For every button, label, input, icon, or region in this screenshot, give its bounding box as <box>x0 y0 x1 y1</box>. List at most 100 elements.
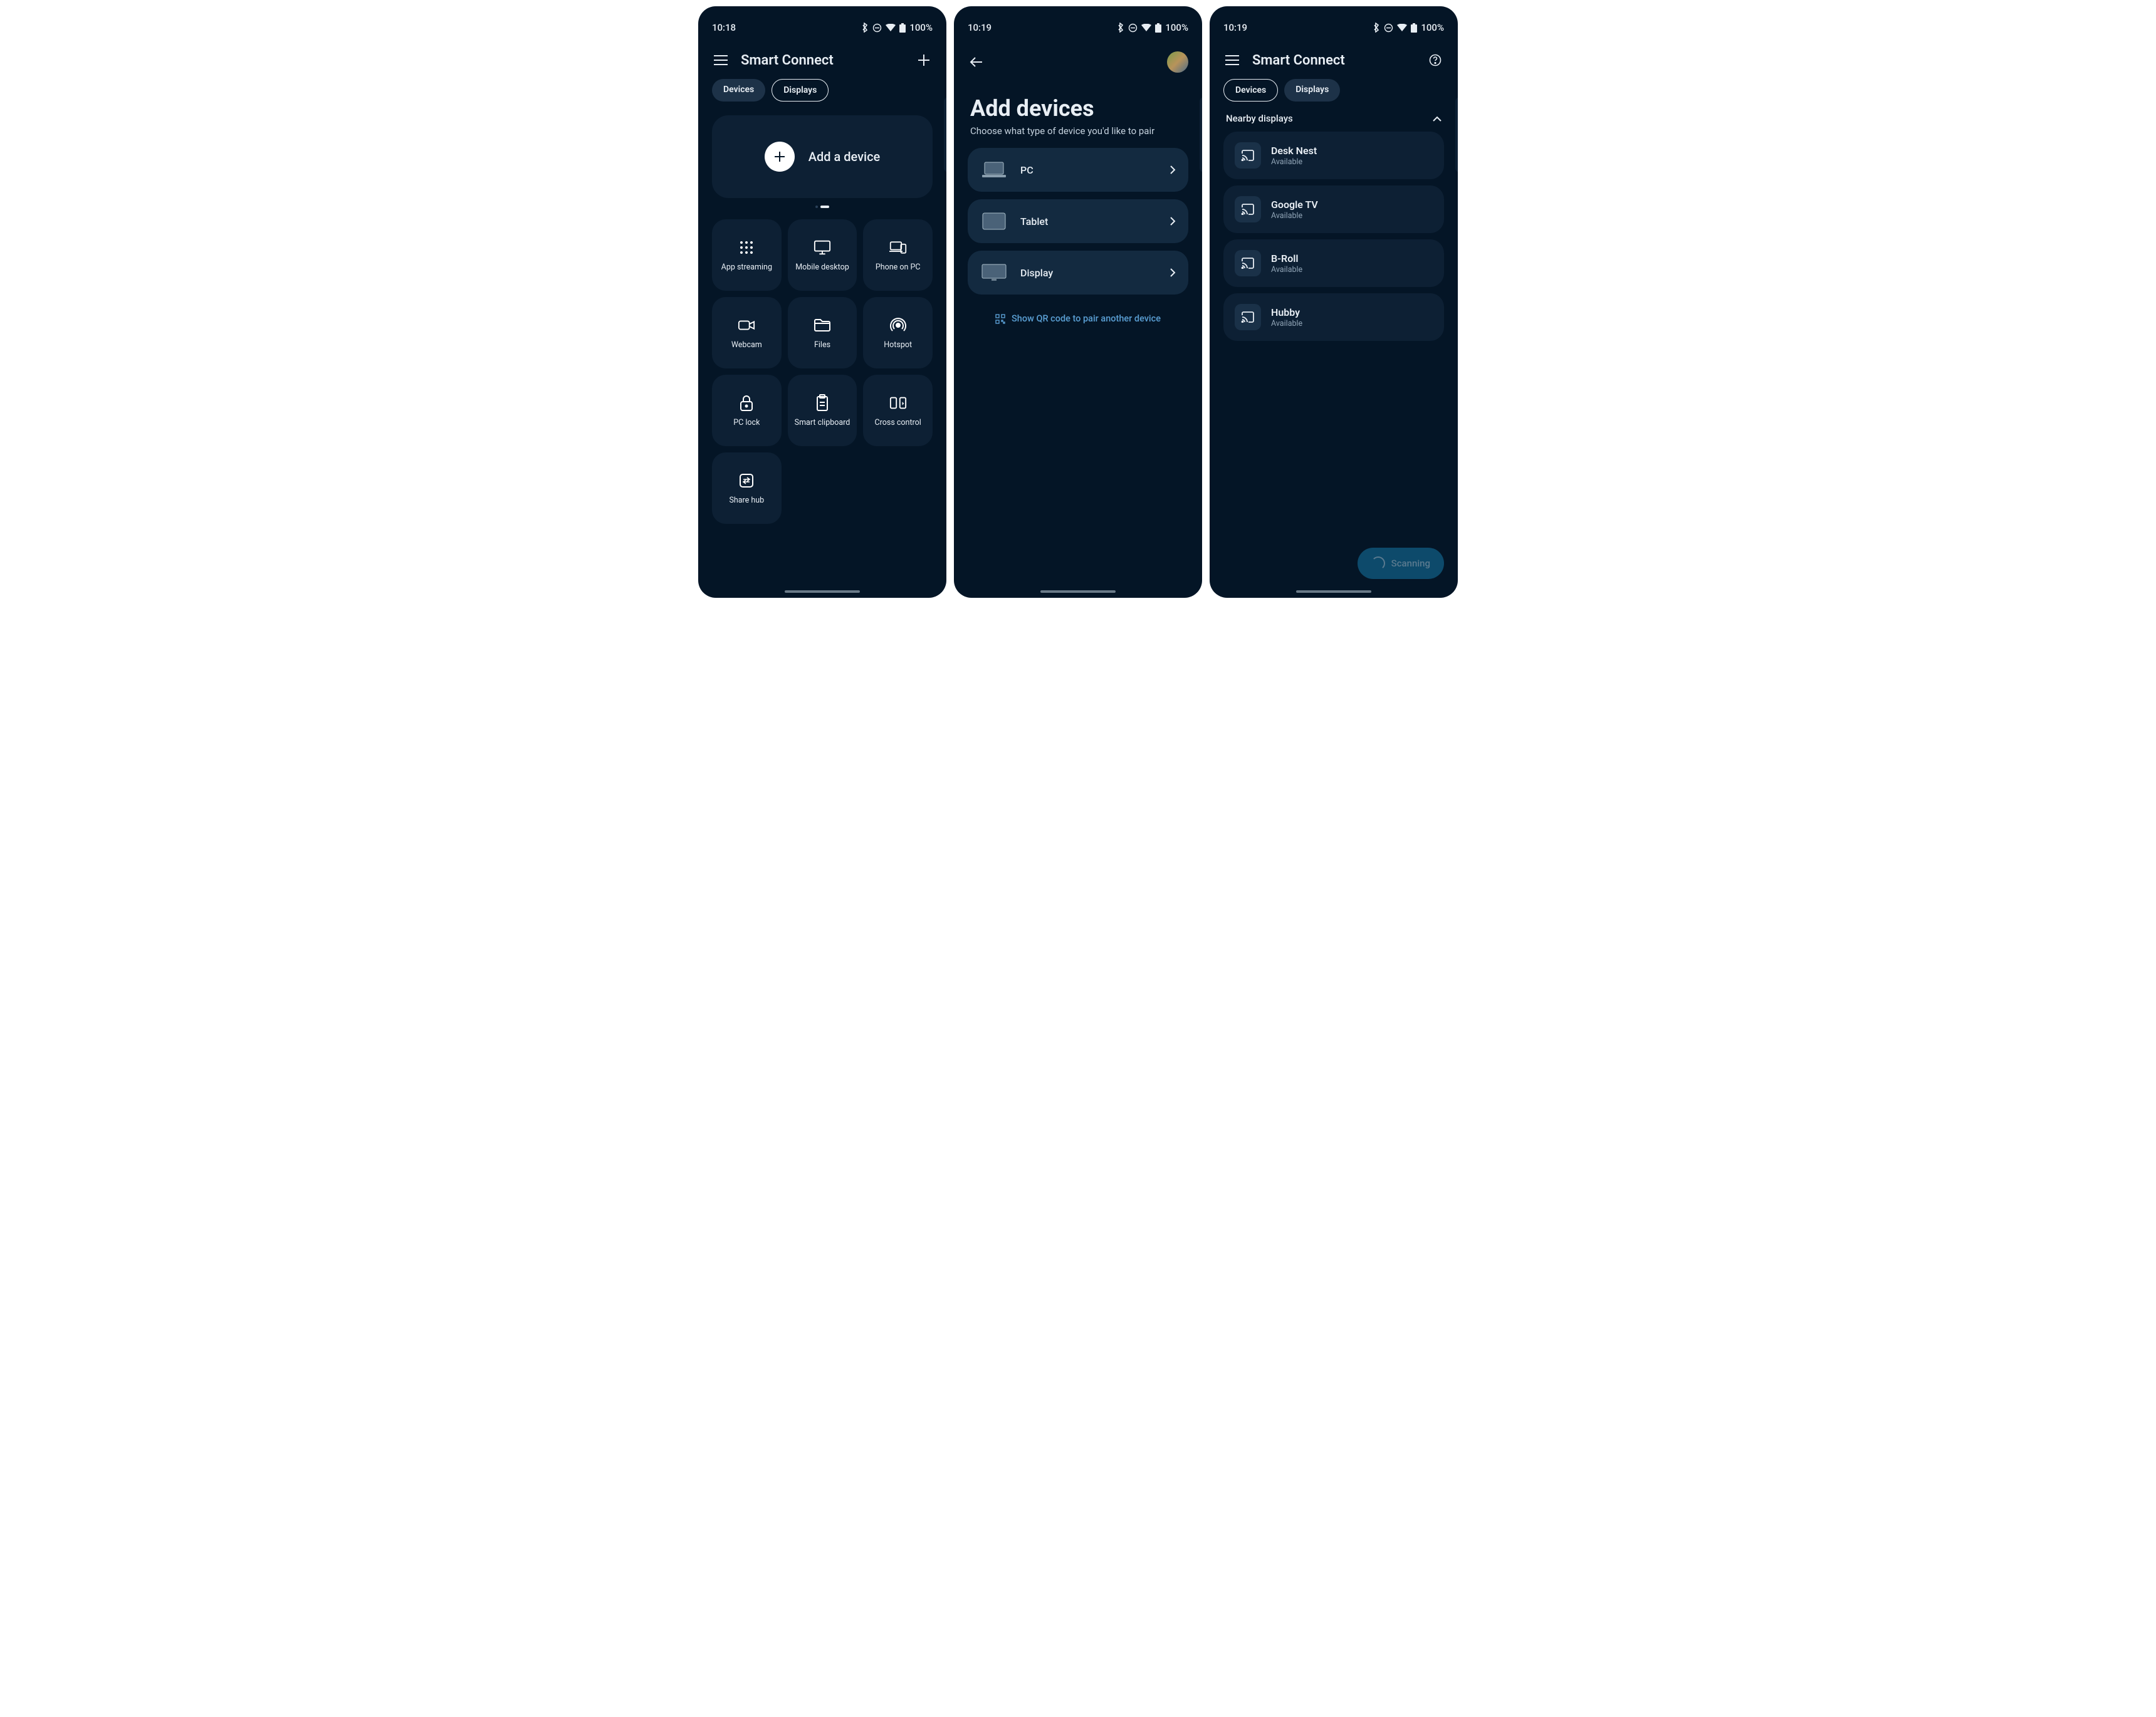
chevron-right-icon <box>1170 165 1176 174</box>
tab-displays[interactable]: Displays <box>1284 79 1340 102</box>
nav-bar[interactable] <box>1040 590 1116 593</box>
cast-icon <box>1235 142 1261 169</box>
add-device-label: Add a device <box>808 149 881 164</box>
menu-button[interactable] <box>1223 51 1241 69</box>
share-hub-icon <box>738 472 755 489</box>
cross-control-icon <box>889 394 907 412</box>
tabs: Devices Displays <box>1210 75 1458 110</box>
battery-percent: 100% <box>1165 22 1188 33</box>
qr-pair-label: Show QR code to pair another device <box>1012 313 1161 324</box>
tile-label: Phone on PC <box>876 263 921 272</box>
status-time: 10:18 <box>712 22 736 33</box>
tile-cross-control[interactable]: Cross control <box>863 375 933 446</box>
nav-bar[interactable] <box>1296 590 1371 593</box>
display-item[interactable]: HubbyAvailable <box>1223 293 1444 341</box>
tile-hotspot[interactable]: Hotspot <box>863 297 933 368</box>
feature-grid: App streaming Mobile desktop Phone on PC We… <box>712 219 933 524</box>
display-status: Available <box>1271 319 1302 328</box>
app-header: Smart Connect <box>698 40 946 75</box>
tile-monitor[interactable]: Mobile desktop <box>788 219 857 291</box>
tab-devices[interactable]: Devices <box>1223 79 1278 102</box>
nearby-displays-header[interactable]: Nearby displays <box>1210 110 1458 132</box>
page-subtitle: Choose what type of device you'd like to… <box>954 122 1202 148</box>
displays-list: Desk NestAvailableGoogle TVAvailableB-Ro… <box>1210 132 1458 347</box>
battery-icon <box>1155 23 1161 33</box>
tile-label: App streaming <box>721 263 772 272</box>
battery-percent: 100% <box>1421 22 1444 33</box>
scroll-edge-hint <box>944 97 946 172</box>
display-item[interactable]: Google TVAvailable <box>1223 185 1444 233</box>
hotspot-icon <box>889 316 907 334</box>
device-type-pc[interactable]: PC <box>968 148 1188 192</box>
device-type-list: PC Tablet Display <box>954 148 1202 302</box>
tab-displays[interactable]: Displays <box>772 79 829 102</box>
display-status: Available <box>1271 211 1318 221</box>
tile-grid[interactable]: App streaming <box>712 219 782 291</box>
nav-bar[interactable] <box>785 590 860 593</box>
back-button[interactable] <box>968 53 985 71</box>
tab-devices[interactable]: Devices <box>712 79 765 102</box>
phone-pc-icon <box>889 239 907 256</box>
device-type-display[interactable]: Display <box>968 251 1188 295</box>
wifi-icon <box>886 24 896 31</box>
section-title: Nearby displays <box>1226 113 1293 124</box>
status-bar: 10:19 100% <box>954 6 1202 40</box>
tile-share-hub[interactable]: Share hub <box>712 452 782 524</box>
app-title: Smart Connect <box>1252 53 1415 68</box>
display-status: Available <box>1271 157 1317 167</box>
app-header <box>954 40 1202 84</box>
display-name: Google TV <box>1271 199 1318 211</box>
qr-pair-link[interactable]: Show QR code to pair another device <box>954 313 1202 324</box>
tile-label: Mobile desktop <box>795 263 849 272</box>
plus-icon <box>765 142 795 172</box>
help-button[interactable] <box>1426 51 1444 69</box>
device-type-label: Tablet <box>1020 216 1158 227</box>
grid-icon <box>738 239 755 256</box>
tile-folder[interactable]: Files <box>788 297 857 368</box>
tile-phone-pc[interactable]: Phone on PC <box>863 219 933 291</box>
spinner-icon <box>1371 556 1385 570</box>
clipboard-icon <box>814 394 831 412</box>
display-status: Available <box>1271 265 1302 274</box>
tile-lock[interactable]: PC lock <box>712 375 782 446</box>
lock-icon <box>738 394 755 412</box>
tile-label: PC lock <box>733 418 760 427</box>
tile-label: Share hub <box>729 496 764 505</box>
scanning-button[interactable]: Scanning <box>1358 548 1444 579</box>
app-header: Smart Connect <box>1210 40 1458 75</box>
tile-label: Files <box>814 340 830 350</box>
laptop-visual <box>980 161 1008 179</box>
wifi-icon <box>1397 24 1407 31</box>
qr-icon <box>995 314 1005 324</box>
bluetooth-icon <box>1117 23 1124 33</box>
scroll-edge-hint <box>1455 97 1458 172</box>
tile-label: Hotspot <box>884 340 912 350</box>
cast-icon <box>1235 250 1261 276</box>
cast-icon <box>1235 304 1261 330</box>
add-device-card[interactable]: Add a device <box>712 115 933 198</box>
avatar[interactable] <box>1167 51 1188 73</box>
page-indicator <box>712 206 933 208</box>
status-bar: 10:19 100% <box>1210 6 1458 40</box>
chevron-right-icon <box>1170 217 1176 226</box>
tile-label: Webcam <box>731 340 762 350</box>
scroll-edge-hint <box>1200 97 1202 172</box>
app-title: Smart Connect <box>741 53 904 68</box>
tile-webcam[interactable]: Webcam <box>712 297 782 368</box>
device-type-tablet[interactable]: Tablet <box>968 199 1188 243</box>
tile-clipboard[interactable]: Smart clipboard <box>788 375 857 446</box>
phone-screen-devices: 10:18 100% Smart Connect Devices Display… <box>698 6 946 598</box>
dnd-icon <box>872 23 882 33</box>
display-visual <box>980 263 1008 282</box>
add-button[interactable] <box>915 51 933 69</box>
tabs: Devices Displays <box>698 75 946 110</box>
menu-button[interactable] <box>712 51 730 69</box>
page-title: Add devices <box>954 95 1202 122</box>
phone-screen-add-devices: 10:19 100% Add devices Choose what type … <box>954 6 1202 598</box>
display-item[interactable]: Desk NestAvailable <box>1223 132 1444 179</box>
display-name: Desk Nest <box>1271 145 1317 157</box>
battery-percent: 100% <box>909 22 933 33</box>
dnd-icon <box>1384 23 1393 33</box>
display-item[interactable]: B-RollAvailable <box>1223 239 1444 287</box>
device-type-label: Display <box>1020 267 1158 279</box>
